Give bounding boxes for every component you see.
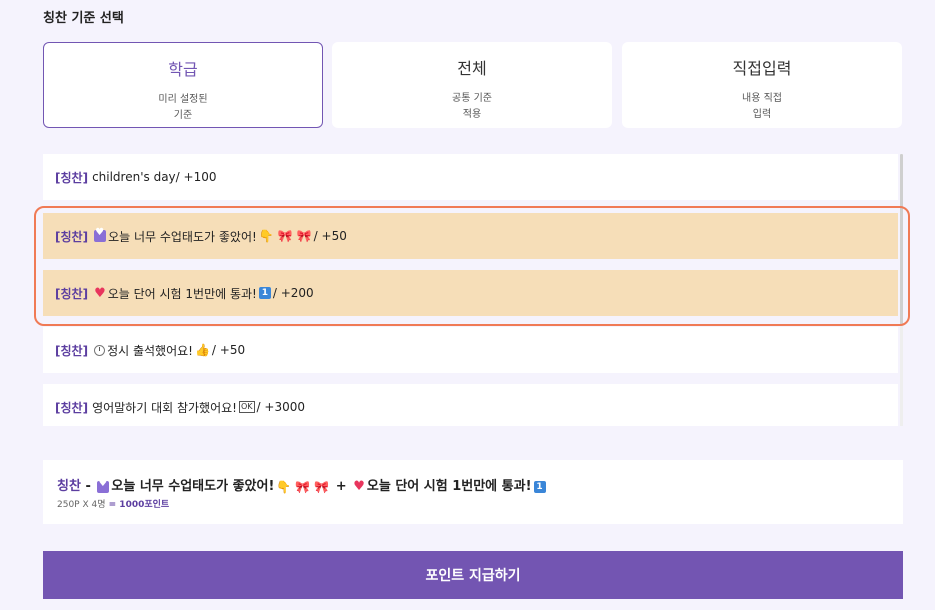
praise-tag: [칭찬]	[55, 170, 89, 185]
option-custom-desc: 내용 직접 입력	[742, 91, 782, 123]
section-title: 칭찬 기준 선택	[43, 11, 124, 26]
item-text: 오늘 단어 시험 1번만에 통과!	[107, 286, 257, 301]
option-class-desc: 미리 설정된 기준	[158, 92, 207, 124]
summary-total: = 1000포인트	[105, 500, 170, 510]
pointing-hand-icon: 👇	[258, 229, 274, 243]
scrollbar[interactable]	[900, 154, 903, 426]
ribbon-icon: 🎀	[295, 479, 311, 494]
summary-dash: -	[80, 479, 96, 494]
option-all[interactable]: 전체 공통 기준 적용	[332, 42, 612, 128]
scrollbar-thumb[interactable]	[900, 154, 903, 326]
ribbon-icon: 🎀	[277, 229, 293, 243]
keycap-one-icon: 1	[258, 287, 271, 299]
list-item[interactable]: [칭찬] 오늘 너무 수업태도가 좋았어! 👇 🎀 🎀 / +50	[43, 213, 898, 259]
item-points: / +200	[272, 286, 314, 300]
heart-box-icon	[97, 478, 110, 493]
item-points: / +3000	[256, 400, 305, 414]
summary-line: 칭찬 - 오늘 너무 수업태도가 좋았어!👇🎀🎀 + ♥오늘 단어 시험 1번만…	[57, 475, 903, 494]
heart-box-icon	[94, 227, 107, 242]
list-item[interactable]: [칭찬] children's day / +100	[43, 154, 898, 200]
summary-calc-formula: 250P X 4명	[57, 500, 106, 510]
praise-tag: [칭찬]	[55, 286, 89, 301]
heart-icon: ♥	[353, 479, 365, 494]
praise-tag: [칭찬]	[55, 229, 89, 244]
item-points: / +50	[211, 343, 246, 357]
option-custom[interactable]: 직접입력 내용 직접 입력	[622, 42, 902, 128]
keycap-one-icon: 1	[533, 480, 546, 493]
option-custom-desc-line1: 내용 직접	[742, 93, 782, 104]
option-all-title: 전체	[457, 59, 487, 78]
pointing-hand-icon: 👇	[276, 479, 292, 494]
option-class-desc-line1: 미리 설정된	[158, 94, 208, 105]
give-points-button[interactable]: 포인트 지급하기	[43, 551, 903, 599]
option-class[interactable]: 학급 미리 설정된 기준	[43, 42, 323, 128]
ribbon-icon: 🎀	[296, 229, 312, 243]
option-all-desc-line1: 공통 기준	[452, 93, 492, 104]
list-item[interactable]: [칭찬] 영어말하기 대회 참가했어요! OK / +3000	[43, 384, 898, 426]
option-all-desc-line2: 적용	[462, 109, 482, 120]
ok-icon: OK	[238, 401, 255, 413]
option-class-desc-line2: 기준	[173, 110, 193, 121]
summary-tag: 칭찬	[57, 479, 81, 494]
list-item[interactable]: [칭찬] ♥ 오늘 단어 시험 1번만에 통과! 1 / +200	[43, 270, 898, 316]
thumbs-up-icon: 👍	[194, 343, 210, 357]
selection-summary: 칭찬 - 오늘 너무 수업태도가 좋았어!👇🎀🎀 + ♥오늘 단어 시험 1번만…	[43, 460, 903, 524]
praise-tag: [칭찬]	[55, 343, 89, 358]
item-text: 정시 출석했어요!	[107, 343, 193, 358]
ribbon-icon: 🎀	[314, 479, 330, 494]
option-class-title: 학급	[168, 60, 198, 79]
praise-tag: [칭찬]	[55, 400, 89, 415]
option-all-desc: 공통 기준 적용	[452, 91, 492, 123]
clock-icon	[94, 344, 106, 356]
heart-icon: ♥	[94, 285, 106, 301]
summary-plus: +	[331, 479, 352, 494]
praise-list[interactable]: [칭찬] children's day / +100 [칭찬] 오늘 너무 수업…	[43, 154, 903, 426]
list-item[interactable]: [칭찬] 정시 출석했어요! 👍 / +50	[43, 327, 898, 373]
item-points: / +50	[313, 229, 347, 243]
item-text: children's day	[92, 170, 176, 184]
summary-part2: 오늘 단어 시험 1번만에 통과!	[366, 479, 532, 494]
item-text: 오늘 너무 수업태도가 좋았어!	[108, 229, 257, 244]
option-custom-title: 직접입력	[732, 59, 792, 78]
summary-calc: 250P X 4명 = 1000포인트	[57, 497, 903, 510]
summary-part1: 오늘 너무 수업태도가 좋았어!	[111, 479, 275, 494]
item-text: 영어말하기 대회 참가했어요!	[92, 400, 237, 415]
item-points: / +100	[175, 170, 217, 184]
option-custom-desc-line2: 입력	[752, 109, 772, 120]
